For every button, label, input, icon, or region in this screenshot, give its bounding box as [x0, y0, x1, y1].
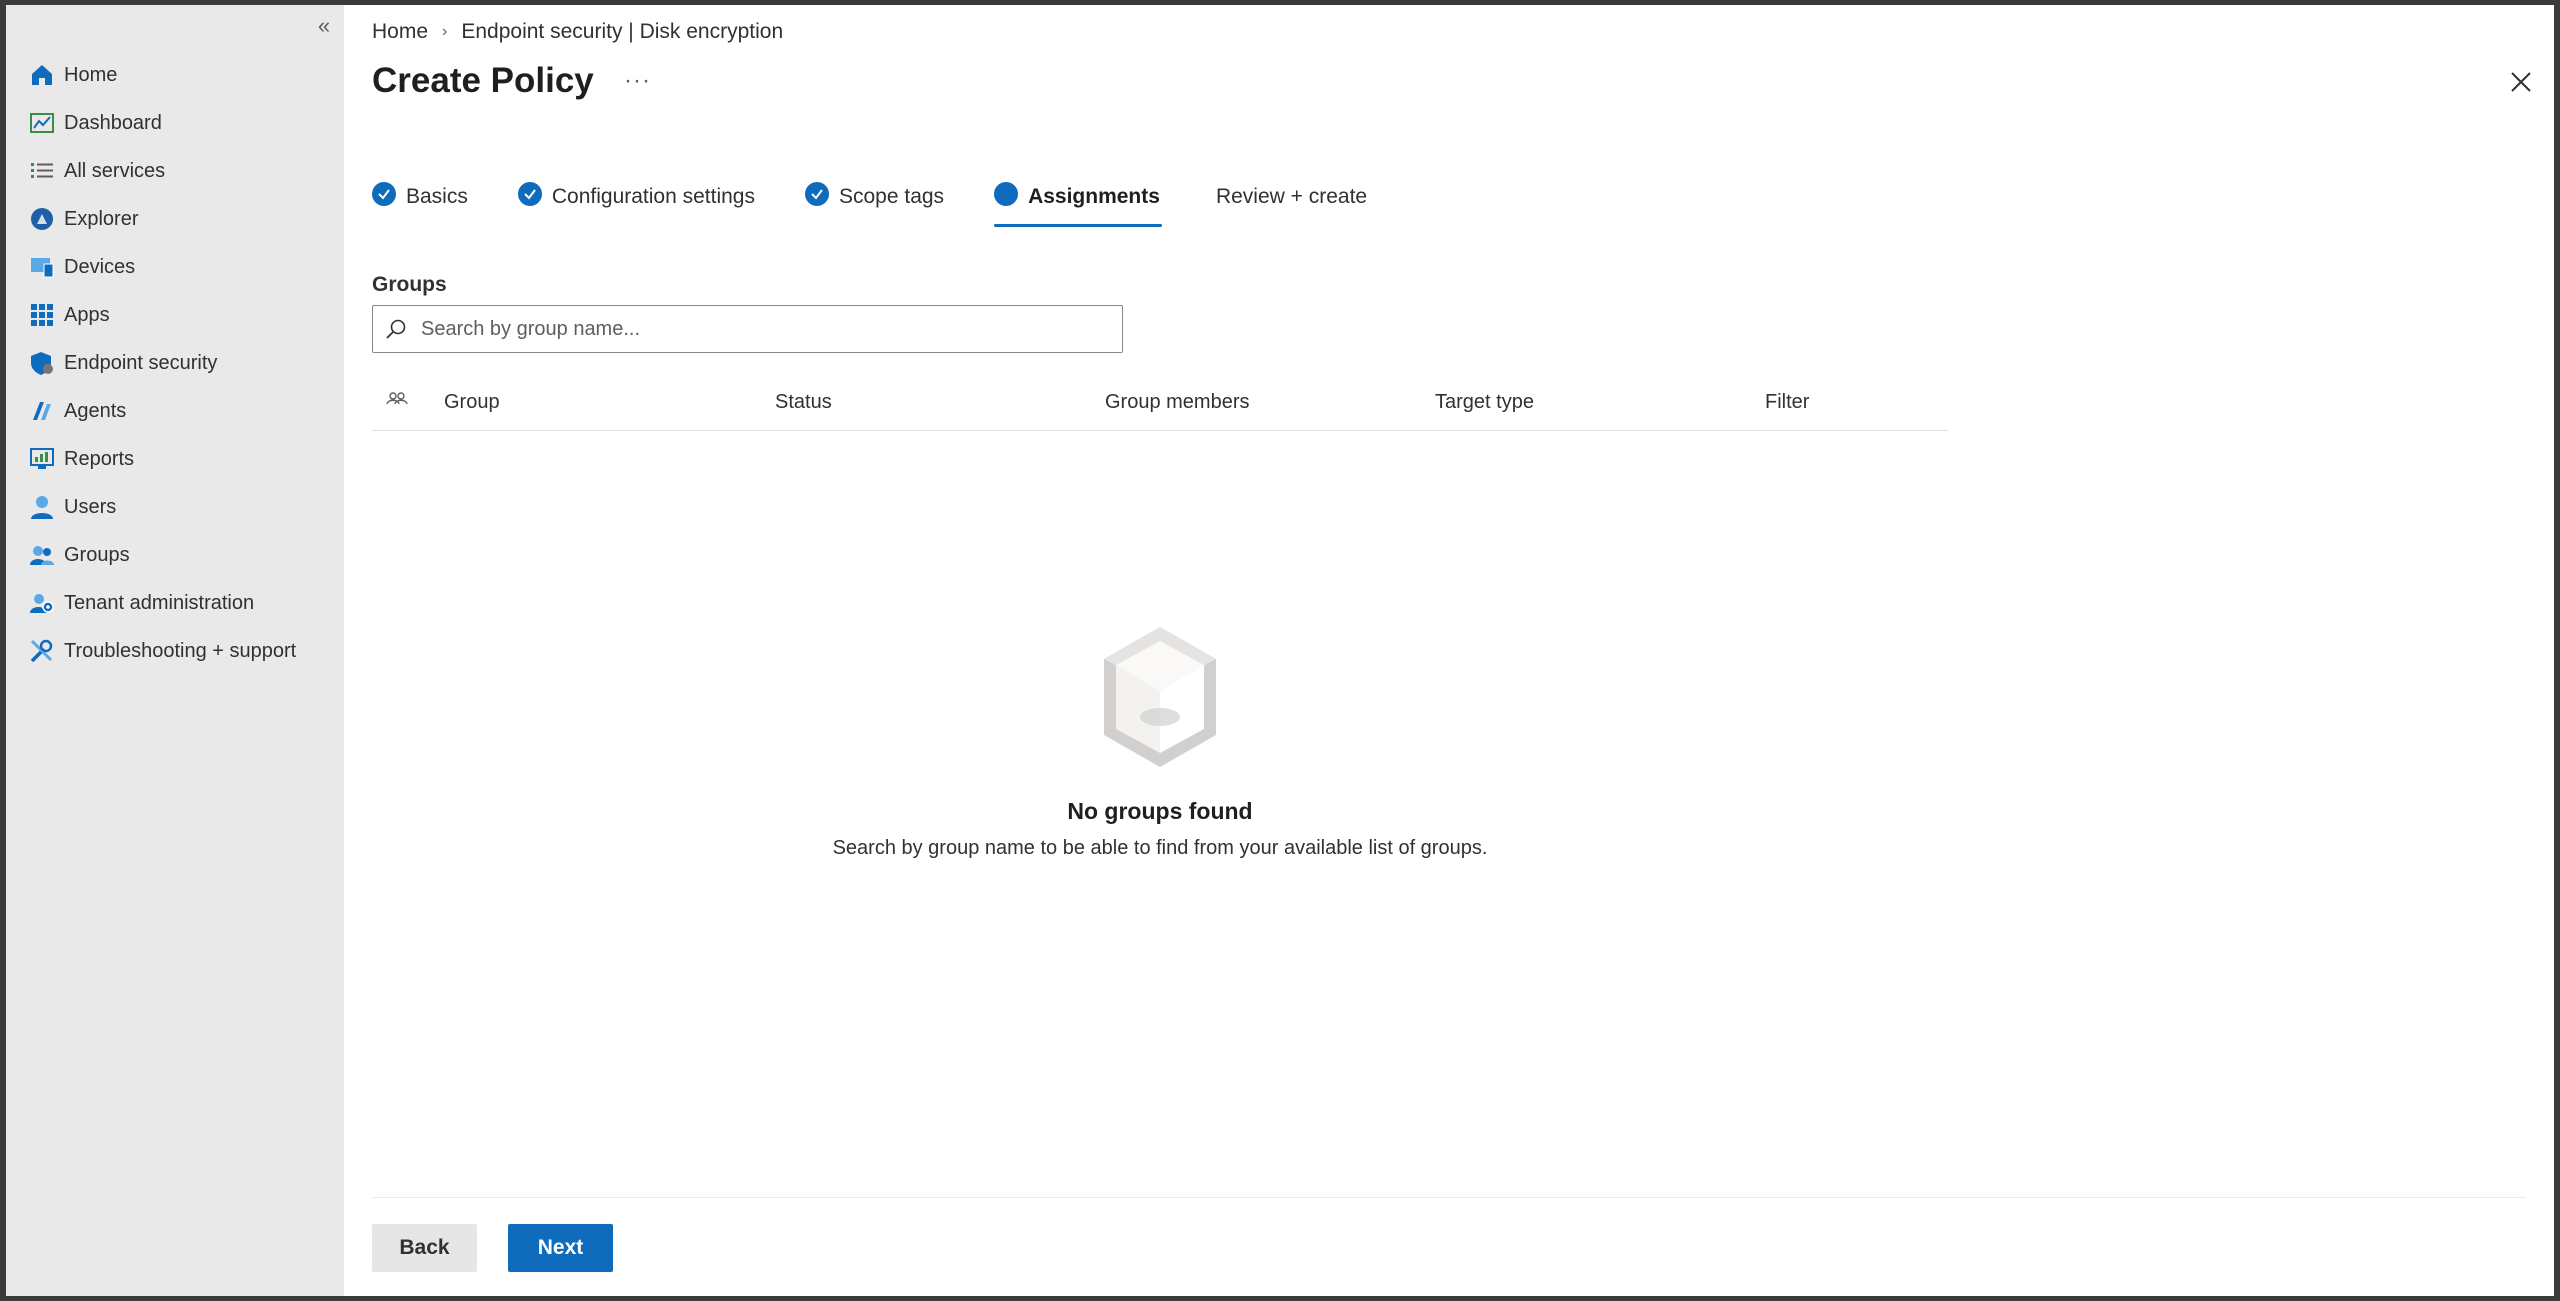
sidebar-item-label: Endpoint security [64, 351, 218, 374]
groups-icon [28, 541, 56, 569]
group-search-box[interactable] [372, 305, 1123, 353]
column-header-target-type[interactable]: Target type [1435, 391, 1534, 414]
sidebar-item-label: Apps [64, 303, 110, 326]
sidebar-item-label: All services [64, 159, 166, 182]
step-label: Configuration settings [551, 185, 755, 208]
step-label: Scope tags [838, 185, 945, 208]
empty-state: No groups found Search by group name to … [372, 625, 1948, 860]
empty-state-description: Search by group name to be able to find … [832, 837, 1488, 859]
step-label: Assignments [1028, 185, 1160, 208]
breadcrumb: Home › Endpoint security | Disk encrypti… [372, 20, 783, 44]
dashboard-icon [28, 109, 56, 137]
tab-configuration-settings[interactable]: Configuration settings [517, 173, 757, 221]
breadcrumb-home-link[interactable]: Home [372, 20, 428, 44]
sidebar-item-label: Users [64, 495, 117, 518]
sidebar-item-label: Troubleshooting + support [64, 639, 297, 662]
page-title: Create Policy [372, 61, 594, 100]
column-header-filter[interactable]: Filter [1765, 391, 1809, 414]
user-icon [28, 493, 56, 521]
tenant-admin-icon [28, 589, 56, 617]
current-step-icon [994, 182, 1019, 206]
step-label: Basics [406, 185, 468, 208]
wrench-icon [28, 637, 56, 665]
sidebar-item-troubleshooting[interactable]: Troubleshooting + support [6, 627, 344, 675]
tab-assignments[interactable]: Assignments [994, 173, 1162, 227]
chevron-right-icon: › [442, 23, 448, 40]
search-icon [386, 319, 406, 339]
back-button[interactable]: Back [372, 1224, 477, 1272]
search-input[interactable] [421, 317, 1101, 341]
sidebar-item-label: Groups [64, 543, 130, 566]
apps-grid-icon [28, 301, 56, 329]
empty-box-icon [1104, 627, 1216, 767]
sidebar-item-label: Devices [64, 255, 136, 278]
agents-icon [28, 397, 56, 425]
tab-review-create[interactable]: Review + create [1216, 173, 1369, 221]
main-content: Home › Endpoint security | Disk encrypti… [344, 5, 2554, 1296]
sidebar-nav: Home Dashboard All services Explorer Dev… [6, 51, 344, 675]
sidebar-item-label: Home [64, 63, 118, 86]
home-icon [28, 61, 56, 89]
checkmark-icon [517, 182, 542, 206]
next-button[interactable]: Next [508, 1224, 613, 1272]
sidebar-item-devices[interactable]: Devices [6, 243, 344, 291]
checkmark-icon [804, 182, 829, 206]
reports-icon [28, 445, 56, 473]
column-header-group[interactable]: Group [444, 391, 500, 414]
tab-scope-tags[interactable]: Scope tags [804, 173, 946, 221]
empty-state-title: No groups found [1067, 798, 1253, 824]
explorer-icon [28, 205, 56, 233]
app-window: « Home Dashboard All services Explorer D… [6, 5, 2554, 1296]
sidebar-item-users[interactable]: Users [6, 483, 344, 531]
close-button[interactable] [2506, 67, 2536, 97]
devices-icon [28, 253, 56, 281]
table-header: Group Status Group members Target type F… [372, 375, 1948, 431]
footer-divider [372, 1197, 2526, 1198]
sidebar-item-apps[interactable]: Apps [6, 291, 344, 339]
breadcrumb-current-link[interactable]: Endpoint security | Disk encryption [461, 20, 783, 44]
sidebar-item-agents[interactable]: Agents [6, 387, 344, 435]
list-icon [28, 157, 56, 185]
column-header-group-members[interactable]: Group members [1105, 391, 1250, 414]
sidebar-item-label: Reports [64, 447, 135, 470]
sidebar-item-label: Agents [64, 399, 127, 422]
select-column-icon[interactable] [386, 389, 408, 416]
sidebar-item-all-services[interactable]: All services [6, 147, 344, 195]
sidebar-item-endpoint-security[interactable]: Endpoint security [6, 339, 344, 387]
tab-basics[interactable]: Basics [372, 173, 470, 221]
sidebar-item-label: Dashboard [64, 111, 162, 134]
checkmark-icon [372, 182, 396, 206]
sidebar-item-groups[interactable]: Groups [6, 531, 344, 579]
close-icon [2511, 72, 2531, 92]
sidebar-item-reports[interactable]: Reports [6, 435, 344, 483]
sidebar-item-dashboard[interactable]: Dashboard [6, 99, 344, 147]
sidebar-item-label: Tenant administration [64, 591, 255, 614]
column-header-status[interactable]: Status [775, 391, 832, 414]
wizard-steps: Basics Configuration settings Scope tags… [372, 173, 1417, 229]
sidebar-item-explorer[interactable]: Explorer [6, 195, 344, 243]
collapse-sidebar-button[interactable]: « [312, 15, 336, 39]
sidebar-item-home[interactable]: Home [6, 51, 344, 99]
sidebar-item-tenant-administration[interactable]: Tenant administration [6, 579, 344, 627]
more-options-button[interactable]: ··· [624, 67, 651, 95]
groups-label: Groups [372, 273, 447, 296]
sidebar-item-label: Explorer [64, 207, 139, 230]
shield-icon [28, 349, 56, 377]
sidebar: « Home Dashboard All services Explorer D… [6, 5, 344, 1296]
step-label: Review + create [1215, 185, 1368, 208]
